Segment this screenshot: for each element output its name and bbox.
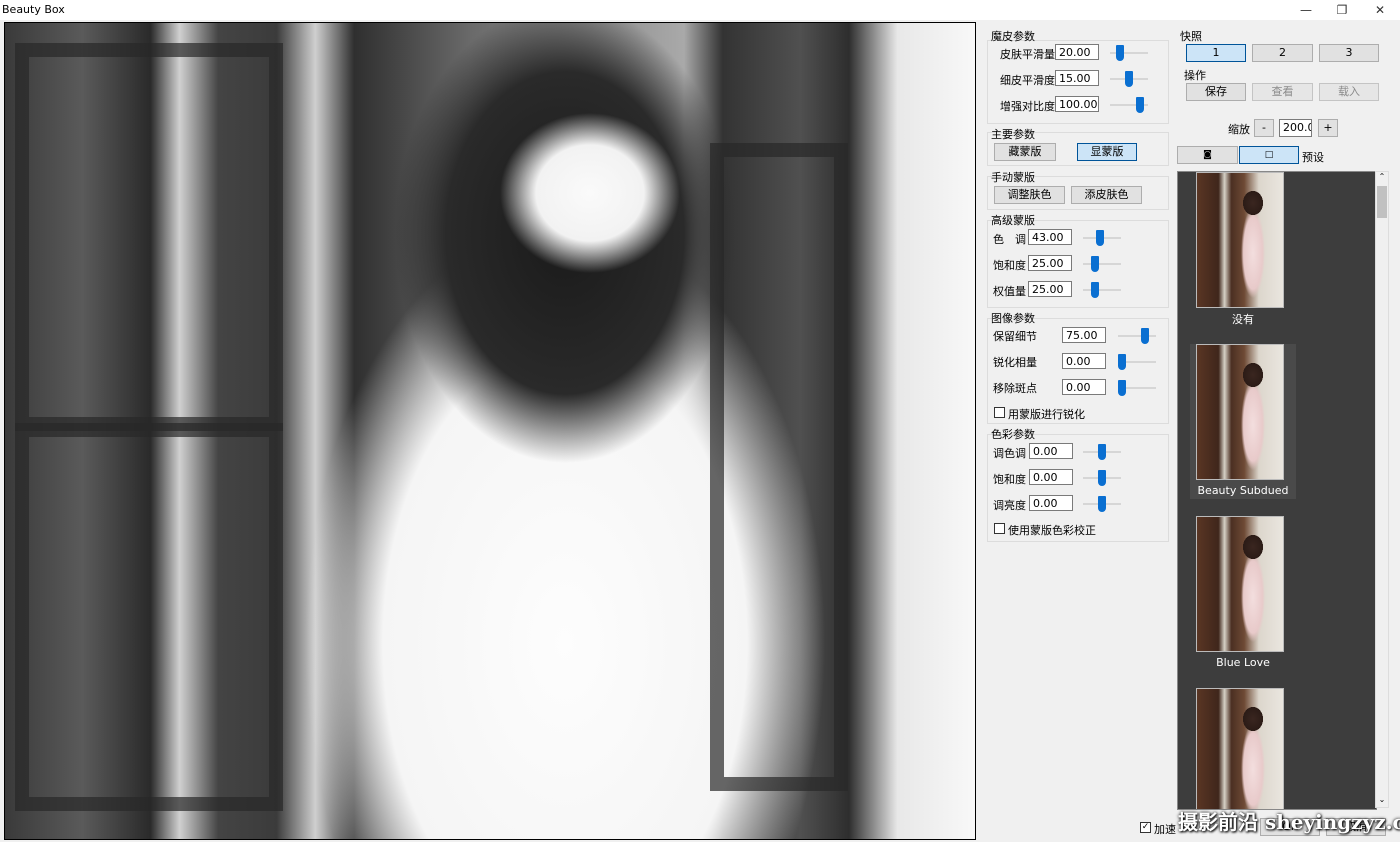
show-mask-button[interactable]: 显蒙版 bbox=[1077, 143, 1137, 161]
preset-item-none[interactable]: 没有 bbox=[1190, 172, 1296, 327]
main-params-label: 主要参数 bbox=[991, 128, 1035, 141]
snapshot-3-button[interactable]: 3 bbox=[1319, 44, 1379, 62]
hide-mask-button[interactable]: 藏蒙版 bbox=[994, 143, 1056, 161]
preset-thumbnail bbox=[1196, 688, 1284, 809]
snapshot-label: 快照 bbox=[1180, 30, 1202, 43]
preset-item-beauty-subdued[interactable]: Beauty Subdued bbox=[1190, 344, 1296, 499]
skin-smoothing-slider[interactable] bbox=[1110, 45, 1148, 61]
snapshot-1-button[interactable]: 1 bbox=[1186, 44, 1246, 62]
zoom-input[interactable]: 200.00 bbox=[1279, 119, 1312, 137]
scroll-up-icon[interactable]: ⌃ bbox=[1376, 172, 1388, 184]
keep-detail-slider[interactable] bbox=[1118, 328, 1156, 344]
saturation-label: 饱和度 bbox=[993, 259, 1026, 272]
remove-spots-label: 移除斑点 bbox=[993, 382, 1037, 395]
sharpen-input[interactable]: 0.00 bbox=[1062, 353, 1106, 369]
mask-color-correct-checkbox[interactable] bbox=[994, 523, 1005, 534]
brightness-input[interactable]: 0.00 bbox=[1029, 495, 1073, 511]
zoom-label: 缩放 bbox=[1228, 123, 1250, 136]
hue-slider[interactable] bbox=[1083, 230, 1121, 246]
color-saturation-label: 饱和度 bbox=[993, 473, 1026, 486]
keep-detail-label: 保留细节 bbox=[993, 330, 1037, 343]
saturation-slider[interactable] bbox=[1083, 256, 1121, 272]
snapshot-2-button[interactable]: 2 bbox=[1252, 44, 1313, 62]
contrast-input[interactable]: 100.00 bbox=[1055, 96, 1099, 112]
single-view-button[interactable]: □ bbox=[1239, 146, 1299, 164]
weight-input[interactable]: 25.00 bbox=[1028, 281, 1072, 297]
watermark-text: 摄影前沿 sheyingzyz.com bbox=[1178, 810, 1400, 834]
accelerate-checkbox[interactable]: ✓ bbox=[1140, 822, 1151, 833]
remove-spots-slider[interactable] bbox=[1118, 380, 1156, 396]
mask-sharpen-label: 用蒙版进行锐化 bbox=[1008, 408, 1085, 421]
close-button[interactable]: ✕ bbox=[1362, 0, 1398, 20]
preset-item-blue-love[interactable]: Blue Love bbox=[1190, 516, 1296, 671]
preset-thumbnail bbox=[1196, 172, 1284, 308]
restore-button[interactable]: ❐ bbox=[1324, 0, 1360, 20]
image-params-label: 图像参数 bbox=[991, 312, 1035, 325]
preset-item-4[interactable] bbox=[1190, 688, 1296, 809]
tint-label: 调色调 bbox=[993, 447, 1026, 460]
sharpen-slider[interactable] bbox=[1118, 354, 1156, 370]
window-frame-right bbox=[710, 143, 848, 791]
mask-sharpen-checkbox[interactable] bbox=[994, 407, 1005, 418]
presets-scrollbar[interactable]: ⌃ ⌄ bbox=[1375, 171, 1389, 808]
fine-skin-input[interactable]: 15.00 bbox=[1055, 70, 1099, 86]
contrast-slider[interactable] bbox=[1110, 97, 1148, 113]
preset-name: 没有 bbox=[1232, 313, 1254, 326]
fine-skin-label: 细皮平滑度 bbox=[1000, 74, 1055, 87]
skin-params-label: 魔皮参数 bbox=[991, 30, 1035, 43]
weight-label: 权值量 bbox=[993, 285, 1026, 298]
keep-detail-input[interactable]: 75.00 bbox=[1062, 327, 1106, 343]
operations-label: 操作 bbox=[1184, 69, 1206, 82]
zoom-out-button[interactable]: - bbox=[1254, 119, 1274, 137]
weight-slider[interactable] bbox=[1083, 282, 1121, 298]
title-bar: Beauty Box — ❐ ✕ bbox=[0, 0, 1400, 20]
brightness-slider[interactable] bbox=[1083, 496, 1121, 512]
mask-color-correct-label: 使用蒙版色彩校正 bbox=[1008, 524, 1096, 537]
preset-thumbnail bbox=[1196, 516, 1284, 652]
window-title: Beauty Box bbox=[2, 3, 65, 16]
presets-list[interactable]: 没有 Beauty Subdued Blue Love bbox=[1177, 171, 1377, 810]
tint-input[interactable]: 0.00 bbox=[1029, 443, 1073, 459]
color-saturation-input[interactable]: 0.00 bbox=[1029, 469, 1073, 485]
view-button[interactable]: 查看 bbox=[1252, 83, 1313, 101]
preview-image[interactable] bbox=[4, 22, 976, 840]
skin-smoothing-label: 皮肤平滑量 bbox=[1000, 48, 1055, 61]
presets-label: 预设 bbox=[1302, 151, 1324, 164]
skin-smoothing-input[interactable]: 20.00 bbox=[1055, 44, 1099, 60]
advanced-mask-label: 高级蒙版 bbox=[991, 214, 1035, 227]
hue-input[interactable]: 43.00 bbox=[1028, 229, 1072, 245]
fine-skin-slider[interactable] bbox=[1110, 71, 1148, 87]
window-frame-left-lower bbox=[15, 423, 283, 811]
preset-name: Beauty Subdued bbox=[1197, 484, 1289, 497]
color-saturation-slider[interactable] bbox=[1083, 470, 1121, 486]
adjust-skin-button[interactable]: 调整肤色 bbox=[994, 186, 1065, 204]
load-button[interactable]: 载入 bbox=[1319, 83, 1379, 101]
tint-slider[interactable] bbox=[1083, 444, 1121, 460]
color-params-label: 色彩参数 bbox=[991, 428, 1035, 441]
window-frame-left-upper bbox=[15, 43, 283, 431]
preset-thumbnail bbox=[1196, 344, 1284, 480]
remove-spots-input[interactable]: 0.00 bbox=[1062, 379, 1106, 395]
manual-mask-label: 手动蒙版 bbox=[991, 171, 1035, 184]
minimize-button[interactable]: — bbox=[1288, 0, 1324, 20]
saturation-input[interactable]: 25.00 bbox=[1028, 255, 1072, 271]
brightness-label: 调亮度 bbox=[993, 499, 1026, 512]
hue-label: 色 调 bbox=[993, 233, 1026, 246]
scrollbar-thumb[interactable] bbox=[1377, 186, 1387, 218]
accelerate-label: 加速 bbox=[1154, 823, 1176, 836]
split-view-button[interactable]: ◙ bbox=[1177, 146, 1238, 164]
contrast-label: 增强对比度 bbox=[1000, 100, 1055, 113]
sharpen-label: 锐化相量 bbox=[993, 356, 1037, 369]
add-skin-button[interactable]: 添皮肤色 bbox=[1071, 186, 1142, 204]
save-button[interactable]: 保存 bbox=[1186, 83, 1246, 101]
preset-name: Blue Love bbox=[1216, 656, 1270, 669]
zoom-in-button[interactable]: + bbox=[1318, 119, 1338, 137]
